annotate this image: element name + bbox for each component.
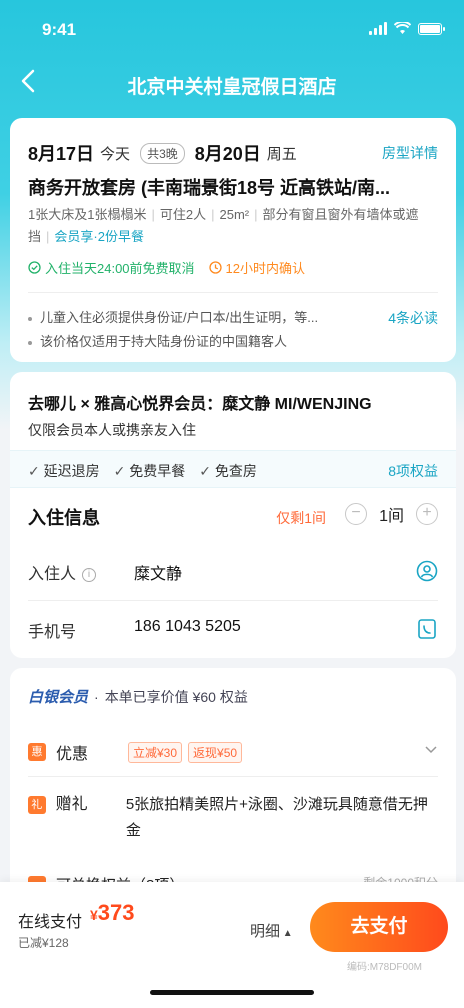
- room-count-stepper: − 1间 +: [345, 502, 438, 526]
- guest-label: 入住人 i: [28, 560, 97, 584]
- room-specs: 1张大床及1张榻榻米 | 可住2人 | 25m² | 部分有窗且窗外有墙体或遮挡 | 会员享·2…: [28, 207, 419, 244]
- phone-label: 手机号: [28, 624, 77, 641]
- checkout-date: 8月20日: [194, 144, 261, 164]
- saved-amount: 已减¥128: [18, 936, 69, 950]
- gift-row: 礼 赠礼 5张旅拍精美照片+泳圈、沙滩玩具随意借无押金: [28, 792, 438, 844]
- divider: [28, 776, 438, 777]
- nav-bar: 北京中关村皇冠假日酒店: [0, 62, 464, 102]
- member-perk: 会员享·2份早餐: [54, 229, 144, 244]
- checkin-date: 8月17日: [28, 144, 95, 164]
- membership-title: 去哪儿 × 雅高心悦界会员：糜文静 MI/WENJING: [28, 396, 372, 413]
- info-icon[interactable]: i: [82, 567, 97, 582]
- notes-link[interactable]: 4条必读: [388, 306, 438, 330]
- status-bar: 9:41: [0, 0, 464, 56]
- perks-link[interactable]: 8项权益: [388, 461, 438, 481]
- membership-subtitle: 仅限会员本人或携亲友入住: [28, 422, 196, 438]
- gift-icon: 礼: [28, 796, 46, 814]
- perks-bar[interactable]: 延迟退房 免费早餐 免查房 8项权益: [10, 450, 456, 488]
- nights-badge: 共3晚: [140, 142, 185, 164]
- cashback-tag: 返现¥50: [188, 741, 243, 763]
- occupancy-info: 可住2人: [159, 207, 207, 222]
- perk-item: 延迟退房: [28, 461, 100, 481]
- divider: [28, 600, 438, 601]
- rooms-left: 仅剩1间: [276, 510, 326, 526]
- room-name: 商务开放套房 (丰南瑞景街18号 近高铁站/南...: [28, 178, 391, 198]
- total-price: ¥373: [90, 900, 135, 925]
- policies: 入住当天24:00前免费取消 12小时内确认: [28, 258, 438, 277]
- discount-tag: 立减¥30: [128, 741, 183, 763]
- user-select-icon[interactable]: [416, 560, 438, 582]
- order-code: 编码:M78DF00M: [346, 962, 422, 973]
- discount-icon: 惠: [28, 743, 46, 761]
- benefits-card: 白银会员 · 本单已享价值 ¥60 权益 惠 优惠 立减¥30 返现¥50 礼 …: [10, 668, 456, 898]
- decrement-button[interactable]: −: [345, 503, 368, 525]
- checkout-day: 周五: [266, 145, 297, 163]
- battery-icon: [418, 22, 445, 35]
- discount-row[interactable]: 惠 优惠 立减¥30 返现¥50: [28, 740, 438, 764]
- gift-label: 赠礼: [55, 796, 88, 813]
- divider: [28, 292, 438, 293]
- stay-dates[interactable]: 8月17日 今天 共3晚 8月20日 周五: [28, 140, 438, 166]
- home-indicator: [150, 990, 314, 995]
- silver-badge: 白银会员: [28, 689, 89, 706]
- confirm-policy: 12小时内确认: [208, 258, 306, 277]
- clock-icon: [208, 261, 222, 274]
- note-item: 该价格仅适用于持大陆身份证的中国籍客人: [28, 330, 438, 354]
- checkin-day: 今天: [100, 145, 131, 163]
- checkin-info-card: 去哪儿 × 雅高心悦界会员：糜文静 MI/WENJING 仅限会员本人或携亲友入…: [10, 372, 456, 658]
- cancel-policy: 入住当天24:00前免费取消: [28, 258, 195, 277]
- signal-icon: [369, 22, 387, 35]
- room-count: 1间: [379, 508, 404, 525]
- status-time: 9:41: [42, 20, 77, 39]
- silver-membership: 白银会员 · 本单已享价值 ¥60 权益: [28, 686, 438, 707]
- pay-button[interactable]: 去支付: [310, 902, 448, 952]
- discount-label: 优惠: [56, 746, 89, 763]
- gift-text: 5张旅拍精美照片+泳圈、沙滩玩具随意借无押金: [125, 796, 428, 839]
- phone-field[interactable]: 186 1043 5205: [134, 618, 241, 636]
- cancel-policy-text: 入住当天24:00前免费取消: [45, 261, 195, 276]
- perk-item: 免费早餐: [114, 461, 185, 481]
- perk-item: 免查房: [199, 461, 257, 481]
- increment-button[interactable]: +: [416, 503, 438, 525]
- room-detail-link[interactable]: 房型详情: [382, 143, 438, 163]
- status-icons: [369, 22, 445, 35]
- area-info: 25m²: [219, 207, 250, 222]
- check-circle-icon: [28, 261, 41, 274]
- notes-list: 儿童入住必须提供身份证/户口本/出生证明，等... 该价格仅适用于持大陆身份证的…: [28, 306, 438, 354]
- price-detail-toggle[interactable]: 明细: [250, 920, 293, 941]
- contacts-icon[interactable]: [416, 618, 438, 640]
- wifi-icon: [394, 22, 411, 34]
- chevron-down-icon[interactable]: [424, 742, 438, 756]
- page-title: 北京中关村皇冠假日酒店: [127, 77, 337, 98]
- pay-label: 在线支付: [18, 914, 83, 931]
- perks-list: 延迟退房 免费早餐 免查房: [28, 461, 257, 481]
- booking-summary-card: 8月17日 今天 共3晚 8月20日 周五 房型详情 商务开放套房 (丰南瑞景街…: [10, 118, 456, 362]
- bed-info: 1张大床及1张榻榻米: [28, 207, 147, 222]
- guest-name-field[interactable]: 糜文静: [134, 560, 182, 584]
- confirm-policy-text: 12小时内确认: [225, 261, 306, 276]
- note-item: 儿童入住必须提供身份证/户口本/出生证明，等...: [28, 306, 438, 330]
- silver-text: 本单已享价值 ¥60 权益: [104, 688, 248, 705]
